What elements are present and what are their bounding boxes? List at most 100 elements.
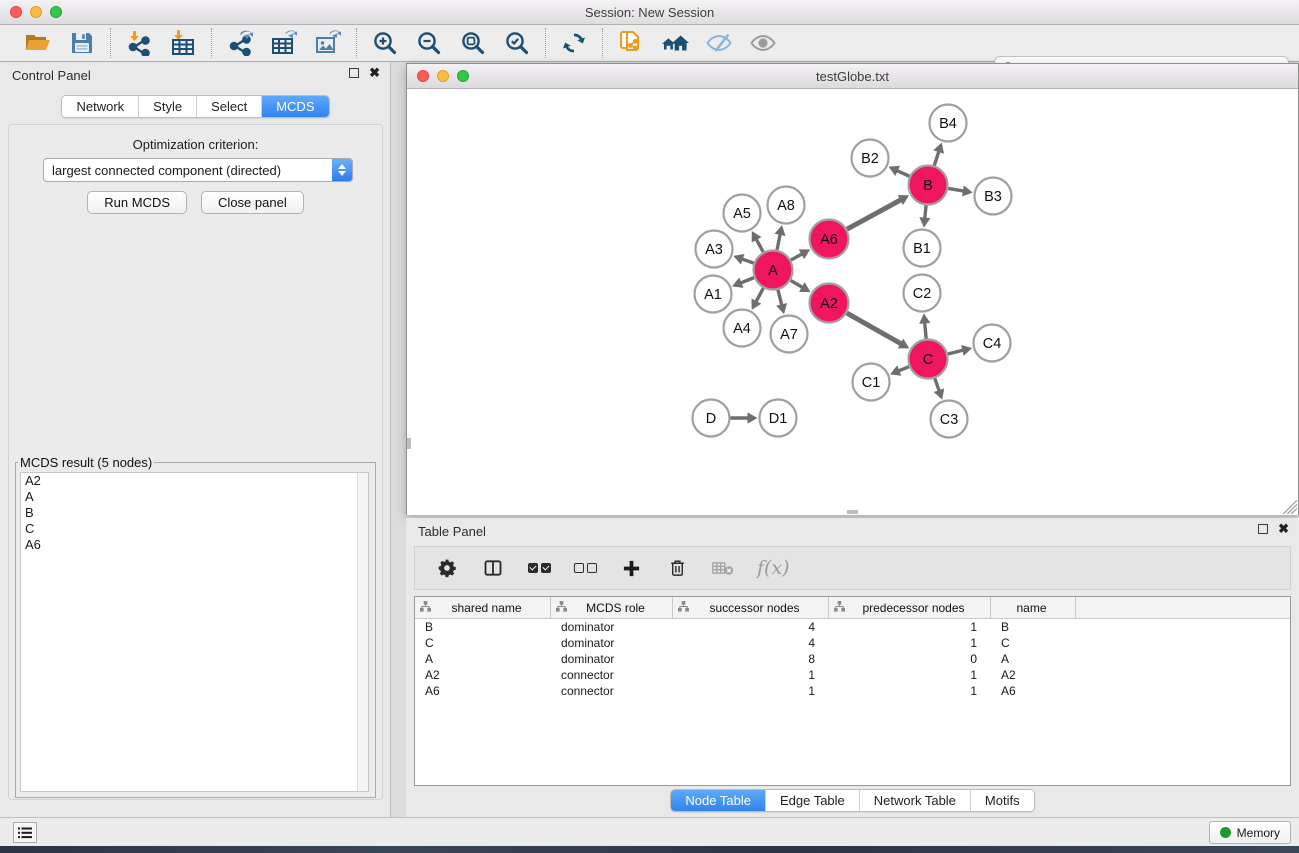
cell-name[interactable]: C — [991, 635, 1076, 651]
minimize-window-button[interactable] — [30, 6, 42, 18]
graph-node-C2[interactable]: C2 — [904, 275, 941, 312]
zoom-in-icon[interactable] — [371, 29, 399, 57]
graph-edge-A-A1[interactable] — [739, 278, 754, 284]
graph-node-A3[interactable]: A3 — [696, 231, 733, 268]
graph-edge-C-C2[interactable] — [925, 321, 927, 338]
table-row-A2[interactable]: A2connector11A2 — [415, 667, 1290, 683]
column-header-successor-nodes[interactable]: successor nodes — [673, 597, 829, 618]
graph-node-C1[interactable]: C1 — [853, 364, 890, 401]
cell-successor_nodes[interactable]: 4 — [673, 619, 829, 635]
cell-mcds_role[interactable]: connector — [551, 683, 673, 699]
settings-icon[interactable] — [435, 556, 459, 580]
network-zoom-button[interactable] — [457, 70, 469, 82]
tab-mcds[interactable]: MCDS — [261, 96, 328, 117]
close-table-panel-icon[interactable]: ✖ — [1278, 524, 1289, 534]
graph-node-B1[interactable]: B1 — [904, 230, 941, 267]
table-row-A6[interactable]: A6connector11A6 — [415, 683, 1290, 699]
tab-network[interactable]: Network — [62, 96, 138, 117]
graph-node-A1[interactable]: A1 — [695, 276, 732, 313]
cell-shared_name[interactable]: A2 — [415, 667, 551, 683]
export-image-icon[interactable] — [314, 29, 342, 57]
graph-edge-A-A5[interactable] — [756, 238, 764, 252]
cell-name[interactable]: A2 — [991, 667, 1076, 683]
network-canvas[interactable]: AA1A2A3A4A5A6A7A8BB1B2B3B4CC1C2C3C4DD1 — [407, 89, 1298, 515]
graph-edge-A-A2[interactable] — [791, 280, 804, 288]
cell-shared_name[interactable]: A6 — [415, 683, 551, 699]
graph-node-C3[interactable]: C3 — [931, 401, 968, 438]
graph-node-D[interactable]: D — [693, 400, 730, 437]
table-row-C[interactable]: Cdominator41C — [415, 635, 1290, 651]
table-row-A[interactable]: Adominator80A — [415, 651, 1290, 667]
graph-edge-B-B2[interactable] — [896, 170, 910, 176]
graph-edge-A-A6[interactable] — [791, 253, 803, 260]
cell-predecessor_nodes[interactable]: 0 — [829, 651, 991, 667]
tab-network-table[interactable]: Network Table — [859, 790, 970, 811]
cell-predecessor_nodes[interactable]: 1 — [829, 683, 991, 699]
memory-button[interactable]: Memory — [1209, 821, 1291, 844]
zoom-out-icon[interactable] — [415, 29, 443, 57]
open-session-icon[interactable] — [24, 29, 52, 57]
graph-node-A8[interactable]: A8 — [768, 187, 805, 224]
graph-node-A[interactable]: A — [754, 251, 793, 290]
close-window-button[interactable] — [10, 6, 22, 18]
tab-edge-table[interactable]: Edge Table — [765, 790, 859, 811]
zoom-fit-icon[interactable] — [459, 29, 487, 57]
import-table-icon[interactable] — [169, 29, 197, 57]
float-panel-icon[interactable] — [349, 68, 359, 78]
zoom-selected-icon[interactable] — [503, 29, 531, 57]
window-resize-grip[interactable] — [1283, 500, 1297, 514]
result-list-scrollbar[interactable] — [357, 473, 368, 791]
cell-predecessor_nodes[interactable]: 1 — [829, 635, 991, 651]
import-network-icon[interactable] — [125, 29, 153, 57]
graph-node-A5[interactable]: A5 — [724, 195, 761, 232]
save-session-icon[interactable] — [68, 29, 96, 57]
graph-node-A6[interactable]: A6 — [810, 220, 849, 259]
close-panel-icon[interactable]: ✖ — [369, 68, 380, 78]
cell-predecessor_nodes[interactable]: 1 — [829, 619, 991, 635]
tab-motifs[interactable]: Motifs — [970, 790, 1034, 811]
network-minimize-button[interactable] — [437, 70, 449, 82]
close-panel-button[interactable]: Close panel — [201, 191, 304, 214]
cell-name[interactable]: A6 — [991, 683, 1076, 699]
hide-selected-icon[interactable] — [705, 29, 733, 57]
horizontal-scrollbar-thumb[interactable] — [847, 510, 858, 514]
graph-node-C[interactable]: C — [909, 340, 948, 379]
graph-node-B3[interactable]: B3 — [975, 178, 1012, 215]
graph-node-B[interactable]: B — [909, 166, 948, 205]
cell-shared_name[interactable]: A — [415, 651, 551, 667]
cell-name[interactable]: A — [991, 651, 1076, 667]
mcds-result-item[interactable]: B — [21, 505, 368, 521]
graph-edge-C-C4[interactable] — [948, 350, 964, 354]
delete-table-icon[interactable] — [711, 556, 735, 580]
graph-edge-B-B3[interactable] — [948, 188, 965, 191]
cell-successor_nodes[interactable]: 1 — [673, 683, 829, 699]
network-close-button[interactable] — [417, 70, 429, 82]
column-header-MCDS-role[interactable]: MCDS role — [551, 597, 673, 618]
mcds-result-item[interactable]: A — [21, 489, 368, 505]
mcds-result-item[interactable]: A6 — [21, 537, 368, 553]
tab-node-table[interactable]: Node Table — [671, 790, 765, 811]
refresh-icon[interactable] — [560, 29, 588, 57]
table-row-B[interactable]: Bdominator41B — [415, 619, 1290, 635]
graph-edge-B-B4[interactable] — [934, 150, 939, 165]
graph-edge-A2-C[interactable] — [847, 313, 902, 344]
export-table-icon[interactable] — [270, 29, 298, 57]
show-columns-icon[interactable] — [481, 556, 505, 580]
criterion-select[interactable]: largest connected component (directed) — [43, 158, 353, 182]
cell-name[interactable]: B — [991, 619, 1076, 635]
delete-column-icon[interactable] — [665, 556, 689, 580]
function-builder-icon[interactable]: f(x) — [757, 556, 790, 580]
select-all-checkboxes-icon[interactable] — [527, 556, 551, 580]
hidden-panels-button[interactable] — [13, 822, 37, 843]
cell-successor_nodes[interactable]: 8 — [673, 651, 829, 667]
graph-node-B4[interactable]: B4 — [930, 105, 967, 142]
graph-node-A2[interactable]: A2 — [810, 284, 849, 323]
cell-mcds_role[interactable]: dominator — [551, 619, 673, 635]
cell-successor_nodes[interactable]: 1 — [673, 667, 829, 683]
cell-shared_name[interactable]: B — [415, 619, 551, 635]
deselect-all-checkboxes-icon[interactable] — [573, 556, 597, 580]
cell-mcds_role[interactable]: dominator — [551, 651, 673, 667]
export-network-icon[interactable] — [226, 29, 254, 57]
graph-node-D1[interactable]: D1 — [760, 400, 797, 437]
cell-successor_nodes[interactable]: 4 — [673, 635, 829, 651]
